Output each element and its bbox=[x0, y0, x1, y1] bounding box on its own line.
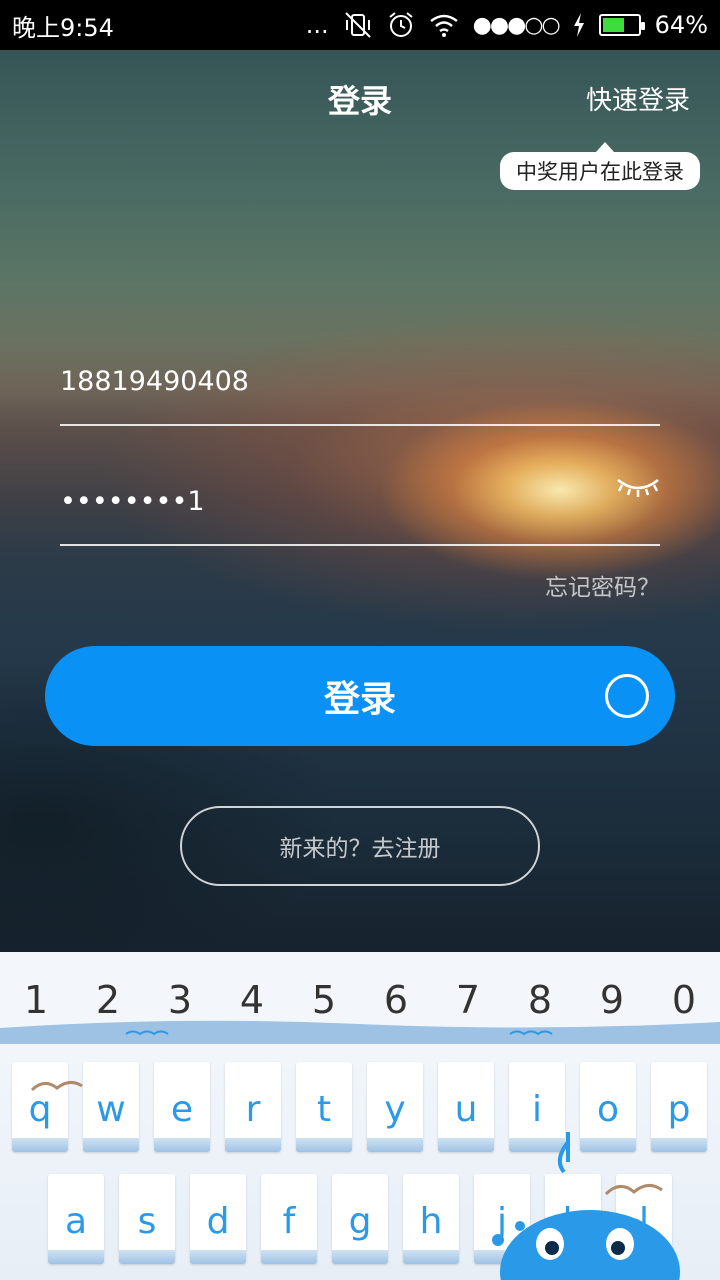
key-r[interactable]: r bbox=[225, 1062, 281, 1152]
more-icon: ... bbox=[305, 11, 329, 39]
soft-keyboard: 1 2 3 4 5 6 7 8 9 0 q w e r t y u i o p … bbox=[0, 952, 720, 1280]
eye-closed-icon[interactable] bbox=[616, 474, 660, 498]
whale-mascot-icon bbox=[492, 1132, 680, 1280]
register-button[interactable]: 新来的？去注册 bbox=[180, 806, 540, 886]
status-icons: ... ●●●○○ 64% bbox=[306, 11, 708, 39]
key-s[interactable]: s bbox=[119, 1174, 175, 1264]
status-time: 晚上9:54 bbox=[12, 13, 114, 42]
key-f[interactable]: f bbox=[261, 1174, 317, 1264]
key-d[interactable]: d bbox=[190, 1174, 246, 1264]
key-g[interactable]: g bbox=[332, 1174, 388, 1264]
key-w[interactable]: w bbox=[83, 1062, 139, 1152]
number-row: 1 2 3 4 5 6 7 8 9 0 bbox=[0, 978, 720, 1022]
key-5[interactable]: 5 bbox=[288, 978, 360, 1022]
key-8[interactable]: 8 bbox=[504, 978, 576, 1022]
status-bar: 晚上9:54 ... ●●●○○ 64% bbox=[0, 0, 720, 50]
quick-login-button[interactable]: 快速登录 bbox=[586, 80, 690, 117]
battery-percent: 64% bbox=[654, 11, 708, 39]
quick-login-tooltip: 中奖用户在此登录 bbox=[500, 142, 700, 190]
key-9[interactable]: 9 bbox=[576, 978, 648, 1022]
forgot-password-link[interactable]: 忘记密码？ bbox=[545, 568, 660, 602]
key-y[interactable]: y bbox=[367, 1062, 423, 1152]
key-1[interactable]: 1 bbox=[0, 978, 72, 1022]
signal-icon: ●●●○○ bbox=[472, 12, 561, 38]
charging-icon bbox=[573, 13, 584, 37]
wifi-icon bbox=[429, 14, 458, 37]
key-6[interactable]: 6 bbox=[360, 978, 432, 1022]
password-field[interactable] bbox=[60, 458, 660, 546]
key-e[interactable]: e bbox=[154, 1062, 210, 1152]
key-2[interactable]: 2 bbox=[72, 978, 144, 1022]
key-0[interactable]: 0 bbox=[648, 978, 720, 1022]
loading-spinner-icon bbox=[605, 674, 649, 718]
key-a[interactable]: a bbox=[48, 1174, 104, 1264]
battery-icon bbox=[598, 14, 645, 36]
vibrate-off-icon bbox=[344, 12, 371, 38]
password-input[interactable] bbox=[60, 485, 580, 517]
key-3[interactable]: 3 bbox=[144, 978, 216, 1022]
bird-icon bbox=[30, 1081, 83, 1092]
alarm-icon bbox=[389, 12, 413, 37]
key-t[interactable]: t bbox=[296, 1062, 352, 1152]
phone-field[interactable] bbox=[60, 338, 660, 426]
key-7[interactable]: 7 bbox=[432, 978, 504, 1022]
login-button[interactable]: 登录 bbox=[45, 646, 675, 746]
key-4[interactable]: 4 bbox=[216, 978, 288, 1022]
key-h[interactable]: h bbox=[403, 1174, 459, 1264]
phone-input[interactable] bbox=[60, 365, 580, 397]
login-button-label: 登录 bbox=[323, 679, 396, 720]
